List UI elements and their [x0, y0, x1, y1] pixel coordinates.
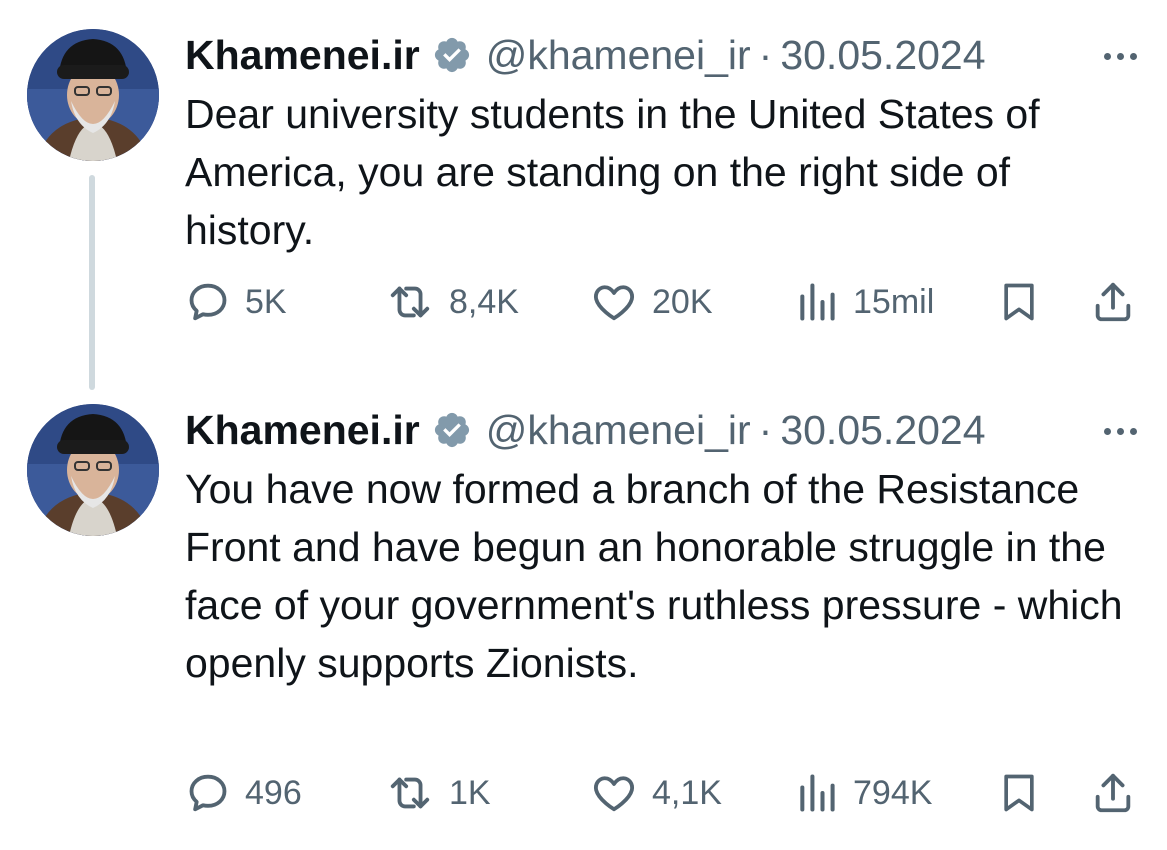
- repost-button[interactable]: 1K: [385, 768, 491, 818]
- speech-bubble-icon: [189, 774, 227, 812]
- bookmark-button[interactable]: [997, 277, 1041, 327]
- tweet-header: Khamenei.ir @khamenei_ir · 30.05.2024: [185, 25, 986, 85]
- tweet-text: You have now formed a branch of the Resi…: [185, 466, 1123, 686]
- avatar[interactable]: [27, 404, 159, 536]
- author-name[interactable]: Khamenei.ir: [185, 32, 420, 79]
- more-dots-icon[interactable]: [1104, 428, 1137, 435]
- repost-arrows-icon: [390, 286, 430, 318]
- tweet-actions: 5K 8,4K 20K 15mil: [185, 277, 1140, 327]
- author-handle[interactable]: @khamenei_ir: [486, 32, 751, 79]
- heart-icon: [593, 776, 635, 812]
- bar-chart-icon: [800, 283, 835, 321]
- share-upload-icon: [1095, 773, 1131, 813]
- share-button[interactable]: [1090, 277, 1136, 327]
- share-button[interactable]: [1090, 768, 1136, 818]
- thread-connector-line: [89, 175, 95, 390]
- speech-bubble-icon: [189, 283, 227, 321]
- repost-count: 8,4K: [449, 282, 519, 321]
- avatar-portrait-image: [27, 29, 159, 161]
- tweet-header: Khamenei.ir @khamenei_ir · 30.05.2024: [185, 400, 986, 460]
- reply-button[interactable]: 496: [185, 768, 302, 818]
- author-name[interactable]: Khamenei.ir: [185, 407, 420, 454]
- like-button[interactable]: 20K: [590, 277, 713, 327]
- like-count: 4,1K: [652, 773, 722, 812]
- author-handle[interactable]: @khamenei_ir: [486, 407, 751, 454]
- bookmark-icon: [1004, 774, 1034, 812]
- tweet-date[interactable]: 30.05.2024: [780, 407, 985, 454]
- views-count: 15mil: [853, 282, 935, 321]
- bookmark-icon: [1004, 283, 1034, 321]
- bar-chart-icon: [800, 774, 835, 812]
- tweet-actions: 496 1K 4,1K 794K: [185, 768, 1140, 818]
- verified-badge-icon: [432, 410, 472, 450]
- bookmark-button[interactable]: [997, 768, 1041, 818]
- separator-dot: ·: [758, 406, 773, 453]
- views-count: 794K: [853, 773, 933, 812]
- like-count: 20K: [652, 282, 713, 321]
- tweet-text: Dear university students in the United S…: [185, 91, 1040, 253]
- views-button[interactable]: 15mil: [795, 277, 934, 327]
- more-dots-icon[interactable]: [1104, 53, 1137, 60]
- avatar[interactable]: [27, 29, 159, 161]
- like-button[interactable]: 4,1K: [590, 768, 722, 818]
- share-upload-icon: [1095, 282, 1131, 322]
- views-button[interactable]: 794K: [795, 768, 932, 818]
- tweet-date[interactable]: 30.05.2024: [780, 32, 985, 79]
- reply-count: 496: [245, 773, 302, 812]
- avatar-portrait-image: [27, 404, 159, 536]
- reply-button[interactable]: 5K: [185, 277, 287, 327]
- repost-button[interactable]: 8,4K: [385, 277, 519, 327]
- reply-count: 5K: [245, 282, 287, 321]
- verified-badge-icon: [432, 35, 472, 75]
- separator-dot: ·: [758, 31, 773, 78]
- repost-arrows-icon: [390, 777, 430, 809]
- heart-icon: [593, 285, 635, 321]
- repost-count: 1K: [449, 773, 491, 812]
